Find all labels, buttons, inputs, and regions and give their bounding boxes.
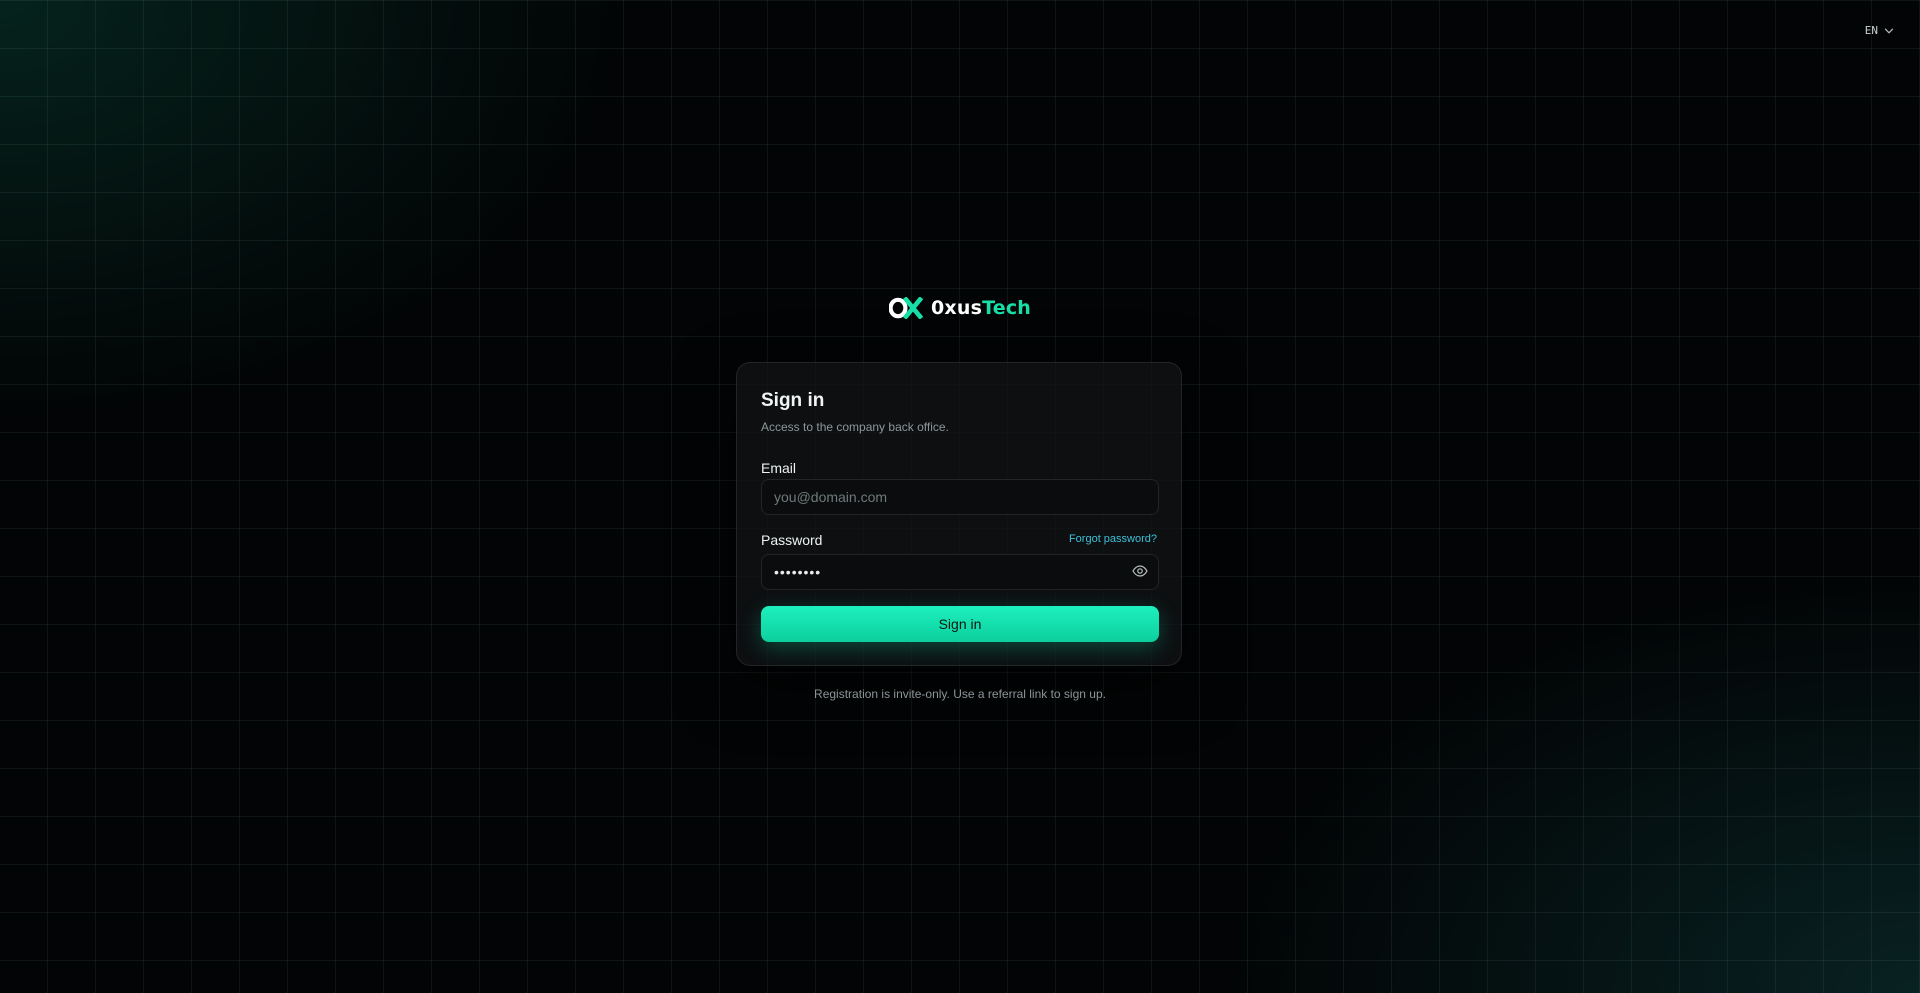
signin-card: Sign in Access to the company back offic… [736, 362, 1182, 666]
email-field[interactable] [761, 479, 1159, 515]
language-selector-value: EN [1864, 24, 1878, 37]
brand-name-accent: Tech [982, 297, 1032, 319]
registration-note: Registration is invite-only. Use a refer… [814, 687, 1106, 701]
brand-name-primary: 0xus [930, 297, 983, 319]
forgot-password-link[interactable]: Forgot password? [1069, 533, 1157, 545]
email-label: Email [761, 460, 797, 476]
language-selector[interactable]: EN [1865, 24, 1894, 37]
chevron-down-icon [1884, 28, 1894, 33]
brand-name: 0xusTech [931, 297, 1031, 319]
brand: 0xusTech [0, 297, 1920, 319]
password-field[interactable] [761, 554, 1159, 590]
signin-title: Sign in [761, 390, 825, 411]
eye-icon[interactable] [1132, 565, 1148, 577]
signin-subtitle: Access to the company back office. [761, 420, 949, 434]
signin-button[interactable]: Sign in [761, 606, 1159, 642]
password-label: Password [761, 532, 823, 548]
brand-logo-icon [888, 297, 923, 319]
